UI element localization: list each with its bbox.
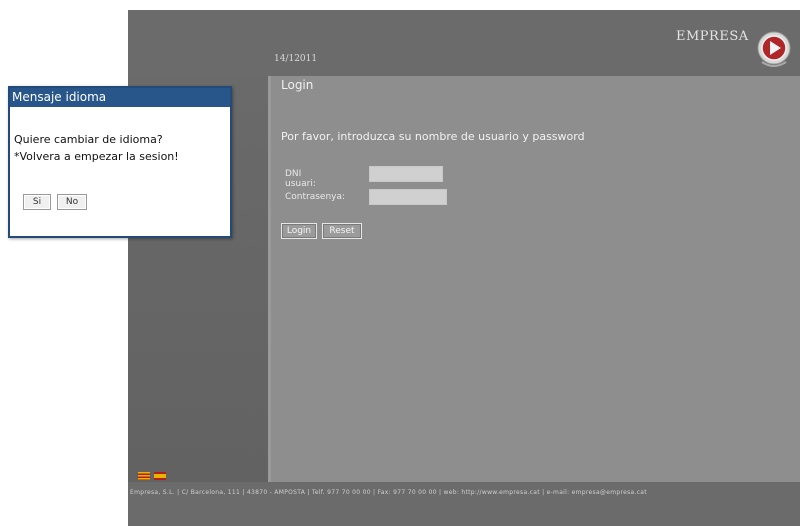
login-title: Login: [281, 78, 314, 92]
login-panel: Login Por favor, introduzca su nombre de…: [271, 76, 800, 482]
dialog-question: Quiere cambiar de idioma?: [14, 133, 163, 146]
brand-name: EMPRESA: [676, 29, 749, 44]
logo-icon[interactable]: [756, 30, 792, 72]
catalan-flag-icon[interactable]: [138, 472, 150, 480]
dialog-title: Mensaje idioma: [12, 90, 107, 104]
login-instructions: Por favor, introduzca su nombre de usuar…: [281, 130, 585, 143]
login-button[interactable]: Login: [281, 223, 317, 239]
language-dialog: Mensaje idioma Quiere cambiar de idioma?…: [8, 86, 232, 238]
password-input[interactable]: [369, 189, 447, 205]
spanish-flag-icon[interactable]: [154, 472, 166, 480]
reset-button[interactable]: Reset: [322, 223, 362, 239]
logo-play-icon: [757, 31, 791, 67]
yes-button[interactable]: Si: [23, 194, 51, 210]
password-label: Contrasenya:: [285, 192, 346, 202]
footer-contact: Empresa, S.L. | C/ Barcelona, 111 | 4387…: [130, 489, 647, 496]
user-input[interactable]: [369, 166, 443, 182]
dialog-warning: *Volvera a empezar la sesion!: [14, 150, 179, 163]
user-label: DNI usuari:: [285, 169, 316, 189]
no-button[interactable]: No: [57, 194, 87, 210]
header-date: 14/12011: [274, 54, 318, 64]
